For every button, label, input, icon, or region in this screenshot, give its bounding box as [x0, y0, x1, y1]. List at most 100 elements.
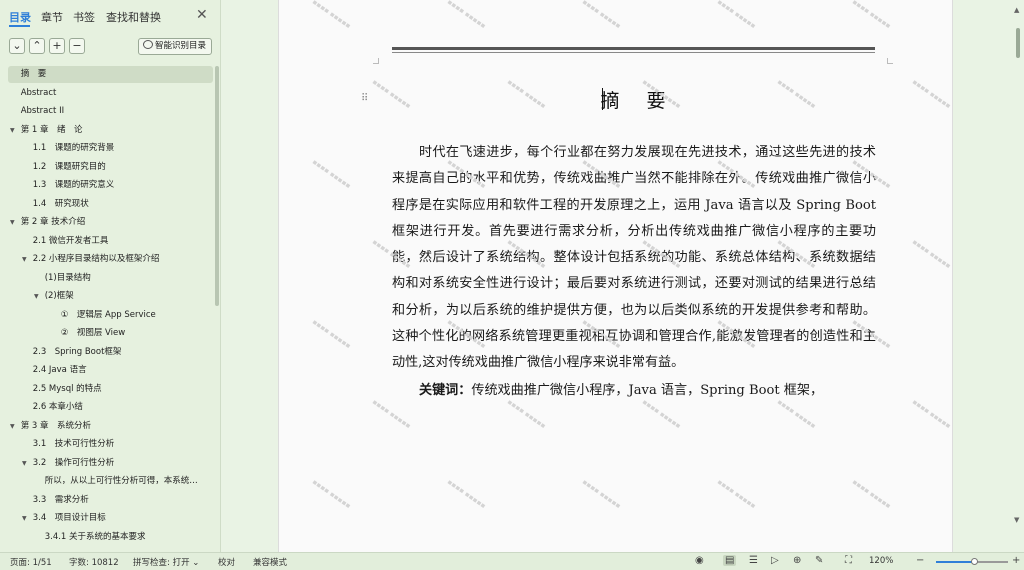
toc-item[interactable]: 1.2 课题研究目的: [8, 159, 213, 176]
watermark-mark: ▪▪▪▪ ▪▪▪▪▪: [715, 0, 758, 31]
toc-item[interactable]: ▼ 3.4 项目设计目标: [8, 510, 213, 527]
toc-item[interactable]: Abstract: [8, 85, 213, 102]
expand-arrow-icon[interactable]: ▼: [10, 122, 18, 139]
toc-item[interactable]: 2.3 Spring Boot框架: [8, 344, 213, 361]
expand-arrow-icon[interactable]: ▼: [22, 455, 30, 472]
toc-item-label: (1)目录结构: [44, 272, 91, 283]
toc-item[interactable]: 2.1 微信开发者工具: [8, 233, 213, 250]
zoom-level[interactable]: 120%: [869, 556, 893, 566]
expand-arrow-icon[interactable]: ▼: [34, 288, 42, 305]
toc-item[interactable]: 所以，从以上可行性分析可得，本系统…: [8, 473, 213, 490]
watermark-mark: ▪▪▪▪ ▪▪▪▪▪: [910, 237, 953, 271]
collapse-button[interactable]: ⌄: [9, 38, 25, 54]
pen-icon[interactable]: ✎: [815, 555, 823, 566]
expand-arrow-icon[interactable]: ▼: [22, 510, 30, 527]
expand-button[interactable]: ⌃: [29, 38, 45, 54]
header-rule-thin: [392, 52, 875, 53]
toc-item[interactable]: 摘 要: [8, 66, 213, 83]
expand-arrow-icon[interactable]: ▼: [10, 214, 18, 231]
watermark-mark: ▪▪▪▪ ▪▪▪▪▪: [310, 317, 353, 351]
page-title: 摘 要: [600, 90, 670, 112]
toc-item[interactable]: ▼ 第 2 章 技术介绍: [8, 214, 213, 231]
scroll-up-icon[interactable]: ▲: [1014, 6, 1019, 14]
toc-item-label: 3.1 技术可行性分析: [32, 439, 115, 449]
page-indicator[interactable]: 页面: 1/51: [10, 556, 52, 568]
toc-item-label: 3.4.1 关于系统的基本要求: [44, 531, 146, 542]
toc-list: 摘 要 Abstract Abstract II ▼ 第 1 章 绪 论 1.1 …: [8, 66, 213, 552]
toc-item-label: 2.6 本章小结: [32, 402, 83, 412]
play-icon[interactable]: ▷: [771, 555, 779, 566]
watermark-mark: ▪▪▪▪ ▪▪▪▪▪: [505, 397, 548, 431]
toc-item[interactable]: ② 视图层 View: [8, 325, 213, 342]
toc-item[interactable]: 2.6 本章小结: [8, 399, 213, 416]
close-icon[interactable]: ✕: [196, 7, 208, 23]
tab-toc[interactable]: 目录: [9, 9, 31, 25]
toc-item[interactable]: ▼ 3.2 操作可行性分析: [8, 455, 213, 472]
toc-item-label: 2.1 微信开发者工具: [32, 235, 109, 246]
watermark-mark: ▪▪▪▪ ▪▪▪▪▪: [910, 397, 953, 431]
page-corner-mark: [887, 58, 893, 64]
toc-item[interactable]: (1)目录结构: [8, 270, 213, 287]
watermark-mark: ▪▪▪▪ ▪▪▪▪▪: [445, 477, 488, 511]
proofread-button[interactable]: 校对: [218, 556, 235, 568]
toc-item-label: 第 2 章 技术介绍: [20, 217, 86, 227]
toc-item-label: 第 3 章 系统分析: [20, 420, 92, 431]
toc-item-label: 1.3 课题的研究意义: [32, 180, 115, 190]
toc-item-label: 1.4 研究现状: [32, 198, 89, 209]
zoom-in-icon[interactable]: +: [1012, 555, 1020, 566]
document-scrollbar[interactable]: ▲ ▼: [1012, 0, 1024, 552]
keywords-text: 传统戏曲推广微信小程序，Java 语言，Spring Boot 框架，: [471, 383, 824, 398]
text-caret: [602, 88, 603, 110]
toc-item[interactable]: ▼ 第 3 章 系统分析: [8, 418, 213, 435]
toc-item-label: 摘 要: [20, 69, 47, 79]
watermark-mark: ▪▪▪▪ ▪▪▪▪▪: [640, 397, 683, 431]
page-view-icon[interactable]: ▤: [723, 555, 737, 566]
watermark-mark: ▪▪▪▪ ▪▪▪▪▪: [775, 397, 818, 431]
toc-item[interactable]: 1.4 研究现状: [8, 196, 213, 213]
tab-find-replace[interactable]: 查找和替换: [106, 9, 161, 25]
toc-item[interactable]: 1.3 课题的研究意义: [8, 177, 213, 194]
smart-toc-button[interactable]: 智能识别目录: [138, 38, 212, 55]
toc-item[interactable]: Abstract II: [8, 103, 213, 120]
eye-protection-icon[interactable]: ◉: [695, 555, 704, 566]
keywords-line[interactable]: 关键词：传统戏曲推广微信小程序，Java 语言，Spring Boot 框架，: [419, 379, 823, 398]
toc-item-label: 所以，从以上可行性分析可得，本系统…: [44, 476, 198, 486]
scrollbar-thumb[interactable]: [1016, 28, 1020, 58]
outline-toolbar: ⌄ ⌃ + − 智能识别目录: [0, 36, 221, 58]
toc-item[interactable]: ▼ (2)框架: [8, 288, 213, 305]
toc-item[interactable]: 3.3 需求分析: [8, 492, 213, 509]
outline-view-icon[interactable]: ☰: [749, 555, 758, 566]
web-view-icon[interactable]: ⊕: [793, 555, 801, 566]
fit-page-icon[interactable]: ⛶: [845, 555, 852, 566]
toc-item-label: 2.4 Java 语言: [32, 365, 87, 375]
remove-heading-button[interactable]: −: [69, 38, 85, 54]
zoom-slider-knob[interactable]: [971, 558, 978, 565]
toc-item[interactable]: ▼ 第 1 章 绪 论: [8, 122, 213, 139]
toc-item[interactable]: ① 逻辑层 App Service: [8, 307, 213, 324]
spell-check-toggle[interactable]: 拼写检查: 打开 ⌄: [133, 556, 199, 568]
toc-item[interactable]: 2.5 Mysql 的特点: [8, 381, 213, 398]
watermark-mark: ▪▪▪▪ ▪▪▪▪▪: [580, 477, 623, 511]
toc-item-label: 3.3 需求分析: [32, 494, 89, 505]
toc-scrollbar[interactable]: [215, 66, 219, 306]
zoom-out-icon[interactable]: −: [916, 555, 924, 566]
header-rule: [392, 47, 875, 50]
toc-item[interactable]: 3.4.1 关于系统的基本要求: [8, 529, 213, 546]
watermark-mark: ▪▪▪▪ ▪▪▪▪▪: [310, 0, 353, 31]
toc-item[interactable]: ▼ 2.2 小程序目录结构以及框架介绍: [8, 251, 213, 268]
toc-item-label: 3.4 项目设计目标: [32, 513, 106, 523]
expand-arrow-icon[interactable]: ▼: [22, 251, 30, 268]
status-bar: 页面: 1/51 字数: 10812 拼写检查: 打开 ⌄ 校对 兼容模式 ◉ …: [0, 552, 1024, 570]
toc-item[interactable]: 1.1 课题的研究背景: [8, 140, 213, 157]
toc-item[interactable]: 3.1 技术可行性分析: [8, 436, 213, 453]
watermark-mark: ▪▪▪▪ ▪▪▪▪▪: [310, 477, 353, 511]
toc-item[interactable]: 2.4 Java 语言: [8, 362, 213, 379]
add-heading-button[interactable]: +: [49, 38, 65, 54]
tab-bookmarks[interactable]: 书签: [73, 9, 95, 25]
abstract-paragraph[interactable]: 时代在飞速进步，每个行业都在努力发展现在先进技术，通过这些先进的技术来提高自己的…: [392, 140, 876, 377]
scroll-down-icon[interactable]: ▼: [1014, 516, 1019, 524]
word-count[interactable]: 字数: 10812: [69, 556, 119, 568]
tab-chapters[interactable]: 章节: [41, 9, 63, 25]
outline-panel: 目录 章节 书签 查找和替换 ✕ ⌄ ⌃ + − 智能识别目录 摘 要 Abst…: [0, 0, 221, 552]
expand-arrow-icon[interactable]: ▼: [10, 418, 18, 435]
